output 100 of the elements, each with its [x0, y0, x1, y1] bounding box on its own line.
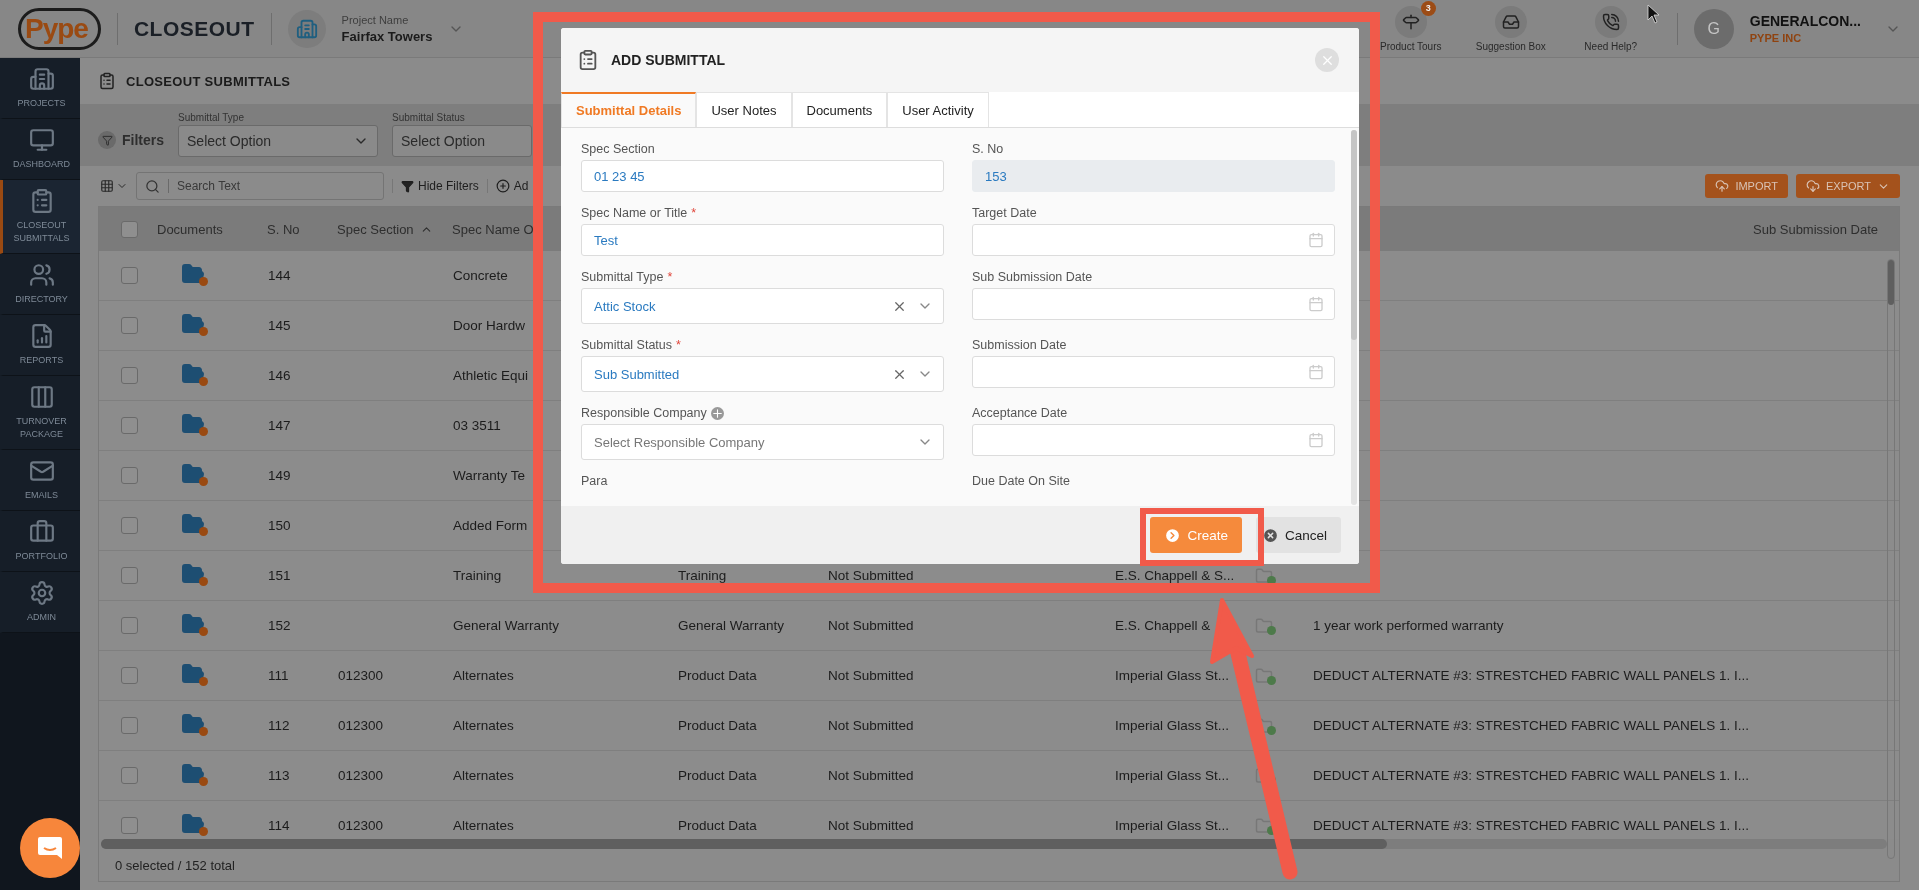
sidebar-item[interactable]: TURNOVER PACKAGE [0, 376, 80, 450]
select-field[interactable]: Select Responsible Company [581, 424, 944, 460]
field-label: Sub Submission Date [972, 270, 1093, 284]
logo: Pype [18, 7, 101, 50]
table-cell: General Warranty [453, 616, 560, 635]
sidebar-item[interactable]: EMAILS [0, 450, 80, 511]
table-cell: 114 [268, 816, 290, 835]
export-button[interactable]: EXPORT [1795, 174, 1900, 198]
sidebar-item[interactable]: PROJECTS [0, 58, 80, 119]
field-label: Due Date On Site [972, 474, 1070, 488]
table-cell: DEDUCT ALTERNATE #3: STRESTCHED FABRIC WALL PANELS 1. I... [1313, 666, 1750, 685]
table-cell: 1 year work performed warranty [1313, 616, 1504, 635]
input-field[interactable]: 01 23 45 [581, 160, 944, 192]
field-label: Submittal Status [581, 338, 672, 352]
table-cell: Imperial Glass St... [1115, 816, 1230, 835]
hide-filters-button[interactable]: Hide Filters [392, 179, 479, 193]
field-label: S. No [972, 142, 1004, 156]
table-cell: Imperial Glass St... [1115, 716, 1230, 735]
column-header[interactable]: Spec Section [331, 221, 446, 237]
table-cell: Product Data [678, 766, 757, 785]
table-cell: 03 3511 [453, 416, 501, 435]
field-label: Para [581, 474, 608, 488]
table-cell: Not Submitted [828, 716, 914, 735]
table-cell: Warranty Te [453, 466, 526, 485]
table-cell: Alternates [453, 816, 514, 835]
table-cell: Not Submitted [828, 816, 914, 835]
count-badge: 3 [1420, 0, 1436, 16]
table-cell: Not Submitted [828, 666, 914, 685]
table-cell: Training [453, 566, 502, 585]
tab[interactable]: User Notes [696, 92, 792, 127]
avatar[interactable]: G [1693, 8, 1734, 49]
table-cell: Athletic Equi [453, 366, 529, 385]
table-cell: Added Form [453, 516, 528, 535]
sidebar-item[interactable]: CLOSEOUT SUBMITTALS [0, 180, 80, 254]
sidebar-item[interactable]: ADMIN [0, 572, 80, 633]
table-cell: Imperial Glass St... [1115, 766, 1230, 785]
sidebar-item[interactable]: DASHBOARD [0, 119, 80, 180]
header-action[interactable]: Suggestion Box [1460, 5, 1561, 52]
sidebar-item[interactable]: REPORTS [0, 315, 80, 376]
sidebar-item[interactable]: DIRECTORY [0, 254, 80, 315]
select-field[interactable]: Select Option [178, 125, 378, 157]
tab[interactable]: User Activity [887, 92, 989, 127]
required-mark: * [676, 338, 681, 352]
column-header[interactable]: Sub Submission Date [1739, 221, 1899, 237]
table-cell: Concrete [453, 266, 508, 285]
table-cell: E.S. Chappell & S... [1115, 566, 1235, 585]
sidebar-item[interactable]: PORTFOLIO [0, 511, 80, 572]
table-cell: General Warranty [678, 616, 785, 635]
tab[interactable]: Submittal Details [561, 92, 697, 127]
table-cell: DEDUCT ALTERNATE #3: STRESTCHED FABRIC WALL PANELS 1. I... [1313, 766, 1750, 785]
table-cell: 147 [268, 416, 291, 435]
user-name: GENERALCON... [1749, 13, 1861, 29]
table-cell: Product Data [678, 816, 757, 835]
input-field[interactable]: Test [581, 224, 944, 256]
search-field[interactable]: Search Text [136, 172, 384, 200]
select-field[interactable]: Attic Stock [581, 288, 944, 324]
table-cell: DEDUCT ALTERNATE #3: STRESTCHED FABRIC WALL PANELS 1. I... [1313, 716, 1750, 735]
table-cell: E.S. Chappell & [1115, 616, 1211, 635]
tab[interactable]: Documents [791, 92, 888, 127]
selection-count: 0 selected / 152 total [114, 856, 236, 875]
table-cell: Alternates [453, 716, 514, 735]
table-cell: 149 [268, 466, 291, 485]
filter-label: Submittal Type [178, 112, 245, 123]
table-cell: Imperial Glass St... [1115, 666, 1230, 685]
field-label: Spec Name or Title [581, 206, 688, 220]
company-name: PYPE INC [1749, 32, 1803, 44]
import-button[interactable]: IMPORT [1705, 174, 1788, 198]
column-header[interactable]: S. No [261, 221, 331, 237]
column-header[interactable]: Documents [151, 221, 261, 237]
table-cell: 150 [268, 516, 291, 535]
table-cell: Not Submitted [828, 766, 914, 785]
select-field[interactable]: Select Option [392, 125, 532, 157]
app-name: CLOSEOUT [133, 16, 255, 41]
table-cell: 012300 [338, 666, 384, 685]
table-cell: 151 [268, 566, 291, 585]
table-cell: 012300 [338, 766, 384, 785]
add-button[interactable]: Ad [486, 179, 529, 193]
table-cell: Training [678, 566, 727, 585]
table-cell: 012300 [338, 716, 384, 735]
field-label: Submittal Type [581, 270, 664, 284]
table-cell: Alternates [453, 666, 514, 685]
field-label: Submission Date [972, 338, 1067, 352]
table-cell: Not Submitted [828, 566, 914, 585]
table-cell: 152 [268, 616, 291, 635]
table-cell: 145 [268, 316, 291, 335]
project-label: Project Name [341, 13, 410, 26]
field-label: Responsible Company [581, 406, 707, 420]
table-cell: Alternates [453, 766, 514, 785]
filter-label: Submittal Status [392, 112, 466, 123]
table-cell: 111 [268, 666, 289, 685]
field-label: Acceptance Date [972, 406, 1068, 420]
cancel-button[interactable]: Cancel [1255, 517, 1341, 553]
table-cell: 113 [268, 766, 290, 785]
filters-label: Filters [98, 131, 164, 157]
create-button[interactable]: Create [1150, 517, 1242, 553]
table-cell: Door Hardw [453, 316, 526, 335]
required-mark: * [667, 270, 673, 284]
project-name: Fairfax Towers [341, 28, 433, 44]
table-cell: Product Data [678, 716, 757, 735]
select-field[interactable]: Sub Submitted [581, 356, 944, 392]
